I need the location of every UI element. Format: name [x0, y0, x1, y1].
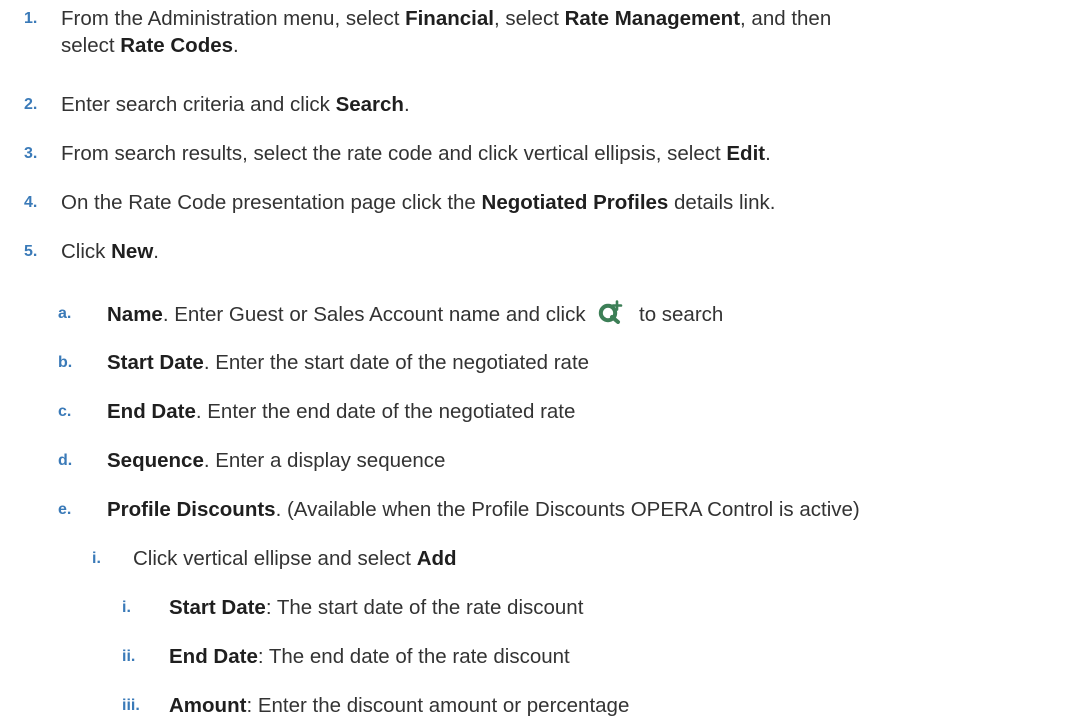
- step-text-segment: .: [153, 240, 159, 263]
- substep-text-segment: to search: [633, 303, 724, 326]
- substep-c: c. End Date. Enter the end date of the n…: [58, 398, 1078, 425]
- step-number: 2.: [24, 96, 38, 113]
- step-5: 5. Click New.: [24, 238, 1074, 265]
- step-text-segment: .: [403, 93, 410, 116]
- step-2: 2. Enter search criteria and click Searc…: [24, 91, 1074, 118]
- field-term: End Date: [169, 645, 258, 668]
- detail-text-segment: : The start date of the rate discount: [265, 596, 584, 619]
- link-term: Negotiated Profiles: [481, 191, 669, 214]
- step-text: Enter search criteria and click Search.: [61, 91, 410, 118]
- button-term: Edit: [726, 142, 766, 165]
- substep-text: Start Date. Enter the start date of the …: [107, 349, 589, 376]
- substep-letter: e.: [58, 501, 72, 518]
- step-number: 3.: [24, 145, 38, 162]
- step-number: 5.: [24, 243, 38, 260]
- step-text-segment: From search results, select the rate cod…: [61, 142, 727, 165]
- field-term: Start Date: [169, 596, 266, 619]
- step-text-segment: , select: [493, 7, 565, 30]
- substep-letter: c.: [58, 403, 72, 420]
- menu-term: Add: [416, 547, 457, 570]
- step-text-segment: On the Rate Code presentation page click…: [61, 191, 482, 214]
- step-number: 4.: [24, 194, 38, 211]
- substep-letter: a.: [58, 305, 72, 322]
- button-term: Search: [335, 93, 404, 116]
- substep-text: Sequence. Enter a display sequence: [107, 447, 445, 474]
- step-1: 1. From the Administration menu, select …: [24, 5, 1074, 61]
- step-text-segment: .: [765, 142, 771, 165]
- substep-text-segment: . Enter the start date of the negotiated…: [203, 351, 590, 374]
- detail-numeral: i.: [122, 599, 131, 616]
- step-text: Click New.: [61, 238, 159, 265]
- field-term: Profile Discounts: [107, 498, 276, 521]
- subitem-numeral: i.: [92, 550, 101, 567]
- detail-text: Start Date: The start date of the rate d…: [169, 594, 583, 621]
- field-term: Amount: [169, 694, 247, 717]
- step-text-segment: From the Administration menu, select: [61, 7, 406, 30]
- step-4: 4. On the Rate Code presentation page cl…: [24, 189, 1074, 216]
- button-term: New: [111, 240, 154, 263]
- substep-text: Name. Enter Guest or Sales Account name …: [107, 300, 723, 328]
- detail-i: i. Start Date: The start date of the rat…: [122, 594, 1082, 621]
- subitem-text-segment: Click vertical ellipse and select: [133, 547, 417, 570]
- substep-text-segment: . Enter a display sequence: [203, 449, 446, 472]
- substep-text: Profile Discounts. (Available when the P…: [107, 496, 860, 523]
- step-text: From search results, select the rate cod…: [61, 140, 771, 167]
- menu-term: Rate Codes: [120, 34, 234, 57]
- substep-text-segment: . Enter the end date of the negotiated r…: [195, 400, 576, 423]
- menu-term: Financial: [405, 7, 494, 30]
- detail-text-segment: : The end date of the rate discount: [257, 645, 570, 668]
- detail-text-segment: : Enter the discount amount or percentag…: [246, 694, 630, 717]
- field-term: Start Date: [107, 351, 204, 374]
- detail-numeral: iii.: [122, 697, 140, 714]
- step-text-segment: Enter search criteria and click: [61, 93, 336, 116]
- subitem-i: i. Click vertical ellipse and select Add: [92, 545, 1082, 572]
- step-number: 1.: [24, 10, 38, 27]
- detail-ii: ii. End Date: The end date of the rate d…: [122, 643, 1082, 670]
- field-term: End Date: [107, 400, 196, 423]
- subitem-text: Click vertical ellipse and select Add: [133, 545, 457, 572]
- step-text-segment: select: [61, 34, 121, 57]
- detail-iii: iii. Amount: Enter the discount amount o…: [122, 692, 1082, 719]
- search-add-icon: [599, 300, 623, 324]
- substep-e: e. Profile Discounts. (Available when th…: [58, 496, 1078, 523]
- step-text: On the Rate Code presentation page click…: [61, 189, 775, 216]
- detail-numeral: ii.: [122, 648, 136, 665]
- document-page: 1. From the Administration menu, select …: [0, 0, 1090, 723]
- step-text: From the Administration menu, select Fin…: [61, 5, 1071, 59]
- step-text-segment: Click: [61, 240, 112, 263]
- field-term: Sequence: [107, 449, 204, 472]
- substep-text-segment: . Enter Guest or Sales Account name and …: [162, 303, 592, 326]
- detail-text: End Date: The end date of the rate disco…: [169, 643, 570, 670]
- field-term: Name: [107, 303, 163, 326]
- substep-letter: d.: [58, 452, 73, 469]
- substep-d: d. Sequence. Enter a display sequence: [58, 447, 1078, 474]
- substep-letter: b.: [58, 354, 73, 371]
- substep-a: a. Name. Enter Guest or Sales Account na…: [58, 300, 1078, 327]
- substep-text-segment: . (Available when the Profile Discounts …: [275, 498, 860, 521]
- detail-text: Amount: Enter the discount amount or per…: [169, 692, 629, 719]
- step-3: 3. From search results, select the rate …: [24, 140, 1074, 167]
- step-text-segment: details link.: [668, 191, 776, 214]
- menu-term: Rate Management: [564, 7, 741, 30]
- substep-b: b. Start Date. Enter the start date of t…: [58, 349, 1078, 376]
- step-text-segment: .: [233, 34, 239, 57]
- substep-text: End Date. Enter the end date of the nego…: [107, 398, 575, 425]
- step-text-segment: , and then: [740, 7, 832, 30]
